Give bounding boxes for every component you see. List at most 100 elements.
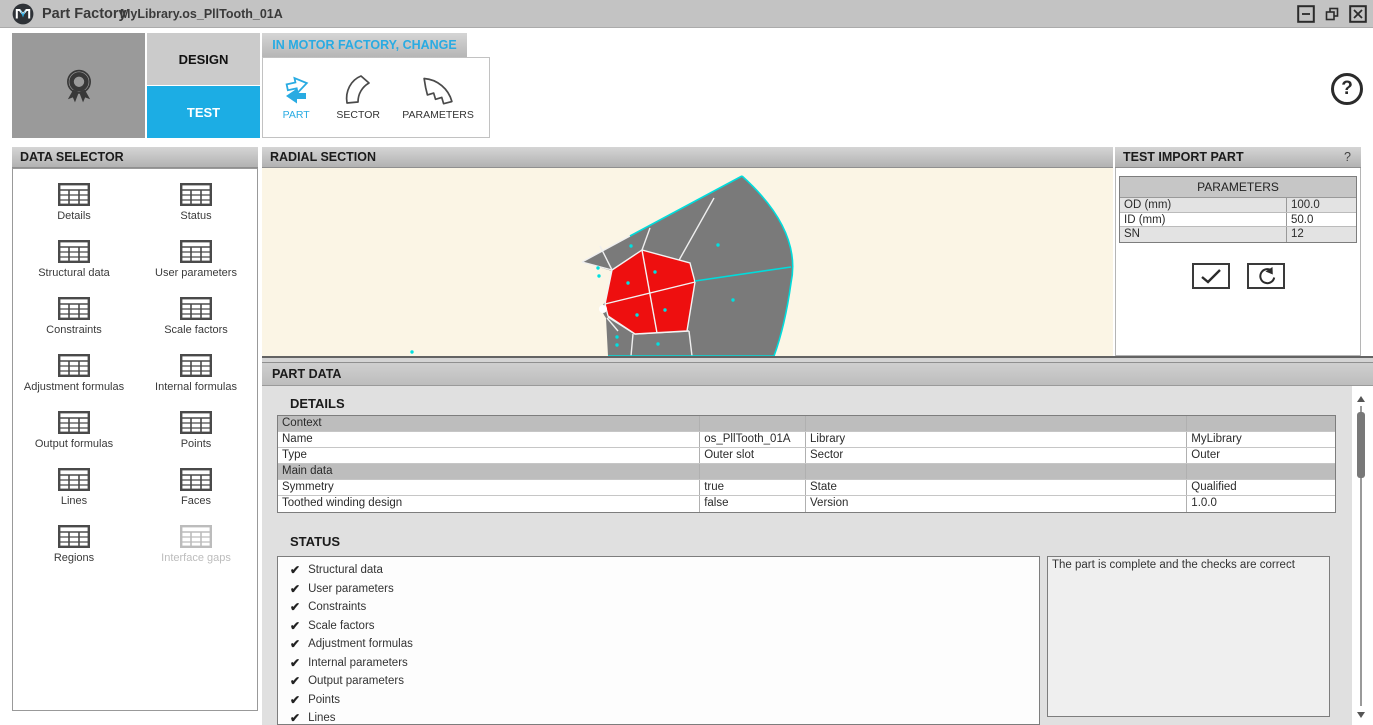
data-selector-item[interactable]: Faces xyxy=(135,468,257,525)
data-selector-item[interactable]: Adjustment formulas xyxy=(13,354,135,411)
reset-button[interactable] xyxy=(1247,263,1285,289)
check-icon: ✔ xyxy=(290,656,300,670)
details-table-row: Symmetry true State Qualified xyxy=(278,480,1335,496)
test-import-help-icon[interactable]: ? xyxy=(1344,147,1351,167)
tab-test-label: TEST xyxy=(187,105,220,120)
details-cell: Qualified xyxy=(1187,480,1335,495)
restore-icon[interactable] xyxy=(1323,5,1341,23)
data-selector-item: Interface gaps xyxy=(135,525,257,582)
tab-design[interactable]: DESIGN xyxy=(147,33,260,85)
app-title: Part Factory xyxy=(42,6,127,22)
table-icon xyxy=(58,468,90,491)
details-cell xyxy=(806,464,1187,479)
details-cell xyxy=(1187,416,1335,431)
document-title: MyLibrary.os_PllTooth_01A xyxy=(120,7,283,21)
scrollbar-down-arrow-icon[interactable] xyxy=(1357,712,1365,718)
check-icon: ✔ xyxy=(290,582,300,596)
data-selector-item[interactable]: Scale factors xyxy=(135,297,257,354)
data-selector-item[interactable]: Constraints xyxy=(13,297,135,354)
sector-button[interactable]: SECTOR xyxy=(336,74,380,121)
status-check-item: ✔ Constraints xyxy=(290,598,1039,617)
table-icon xyxy=(180,468,212,491)
data-selector-item[interactable]: Internal formulas xyxy=(135,354,257,411)
parameter-label: OD (mm) xyxy=(1120,198,1287,212)
data-selector-item[interactable]: Output formulas xyxy=(13,411,135,468)
part-button-label: PART xyxy=(283,109,310,121)
status-check-item: ✔ Structural data xyxy=(290,561,1039,580)
table-icon xyxy=(180,297,212,320)
scrollbar-up-arrow-icon[interactable] xyxy=(1357,396,1365,402)
details-cell: os_PllTooth_01A xyxy=(700,432,806,447)
check-icon: ✔ xyxy=(290,600,300,614)
parameter-value-field[interactable]: 50.0 xyxy=(1287,213,1356,227)
details-cell: 1.0.0 xyxy=(1187,496,1335,512)
reset-icon xyxy=(1256,266,1276,286)
parameters-table-header: PARAMETERS xyxy=(1120,177,1356,198)
check-icon: ✔ xyxy=(290,693,300,707)
help-button[interactable]: ? xyxy=(1331,73,1363,105)
status-message: The part is complete and the checks are … xyxy=(1052,559,1295,571)
data-selector-item-label: Adjustment formulas xyxy=(24,381,124,393)
qualified-badge-panel xyxy=(12,33,145,138)
data-selector-item-label: Structural data xyxy=(38,267,110,279)
details-cell: MyLibrary xyxy=(1187,432,1335,447)
tab-design-label: DESIGN xyxy=(179,52,229,67)
data-selector-item[interactable]: Structural data xyxy=(13,240,135,297)
data-selector-item-label: Constraints xyxy=(46,324,102,336)
data-selector-item-label: User parameters xyxy=(155,267,237,279)
data-selector-item[interactable]: Status xyxy=(135,183,257,240)
data-selector-item-label: Output formulas xyxy=(35,438,113,450)
check-icon: ✔ xyxy=(290,711,300,725)
parameters-icon xyxy=(418,74,458,106)
details-table-row: Type Outer slot Sector Outer xyxy=(278,448,1335,464)
scrollbar-thumb[interactable] xyxy=(1357,412,1365,478)
panel-splitter[interactable] xyxy=(262,356,1373,363)
status-section-title: STATUS xyxy=(290,534,340,549)
data-selector-item[interactable]: Details xyxy=(13,183,135,240)
details-cell: true xyxy=(700,480,806,495)
data-selector-item-label: Status xyxy=(180,210,211,222)
parameter-value-field[interactable]: 100.0 xyxy=(1287,198,1356,212)
data-selector-item-label: Interface gaps xyxy=(161,552,231,564)
status-check-item: ✔ Scale factors xyxy=(290,617,1039,636)
details-cell: Type xyxy=(278,448,700,463)
part-button[interactable]: PART xyxy=(278,74,314,121)
details-cell: false xyxy=(700,496,806,512)
data-selector-header: DATA SELECTOR xyxy=(12,147,258,168)
data-selector-panel: Details Status Structural data xyxy=(12,168,258,711)
data-selector-item-label: Faces xyxy=(181,495,211,507)
data-selector-item[interactable]: User parameters xyxy=(135,240,257,297)
award-badge-icon xyxy=(61,68,97,104)
tab-test[interactable]: TEST xyxy=(147,86,260,138)
table-icon xyxy=(180,525,212,548)
details-table-row: Toothed winding design false Version 1.0… xyxy=(278,496,1335,512)
test-import-part-title: TEST IMPORT PART xyxy=(1123,147,1244,167)
parameters-button-label: PARAMETERS xyxy=(402,109,474,121)
title-bar: Part Factory MyLibrary.os_PllTooth_01A xyxy=(0,0,1373,28)
table-icon xyxy=(58,183,90,206)
close-icon[interactable] xyxy=(1349,5,1367,23)
minimize-icon[interactable] xyxy=(1297,5,1315,23)
radial-section-canvas[interactable] xyxy=(262,168,1113,356)
status-check-item: ✔ Points xyxy=(290,691,1039,710)
data-selector-item[interactable]: Points xyxy=(135,411,257,468)
check-icon: ✔ xyxy=(290,563,300,577)
vertical-scrollbar xyxy=(1353,390,1369,722)
data-selector-item-label: Details xyxy=(57,210,91,222)
test-import-part-header: TEST IMPORT PART ? xyxy=(1115,147,1361,168)
apply-button[interactable] xyxy=(1192,263,1230,289)
check-icon: ✔ xyxy=(290,674,300,688)
status-message-box: The part is complete and the checks are … xyxy=(1047,556,1330,717)
table-icon xyxy=(180,354,212,377)
table-icon xyxy=(180,411,212,434)
table-icon xyxy=(58,297,90,320)
parameter-value-field[interactable]: 12 xyxy=(1287,227,1356,242)
details-cell xyxy=(700,416,806,431)
status-check-label: Scale factors xyxy=(308,620,374,632)
details-table-row: Name os_PllTooth_01A Library MyLibrary xyxy=(278,432,1335,448)
check-icon: ✔ xyxy=(290,637,300,651)
data-selector-item[interactable]: Regions xyxy=(13,525,135,582)
data-selector-item[interactable]: Lines xyxy=(13,468,135,525)
parameters-button[interactable]: PARAMETERS xyxy=(402,74,474,121)
status-check-item: ✔ Lines xyxy=(290,709,1039,725)
